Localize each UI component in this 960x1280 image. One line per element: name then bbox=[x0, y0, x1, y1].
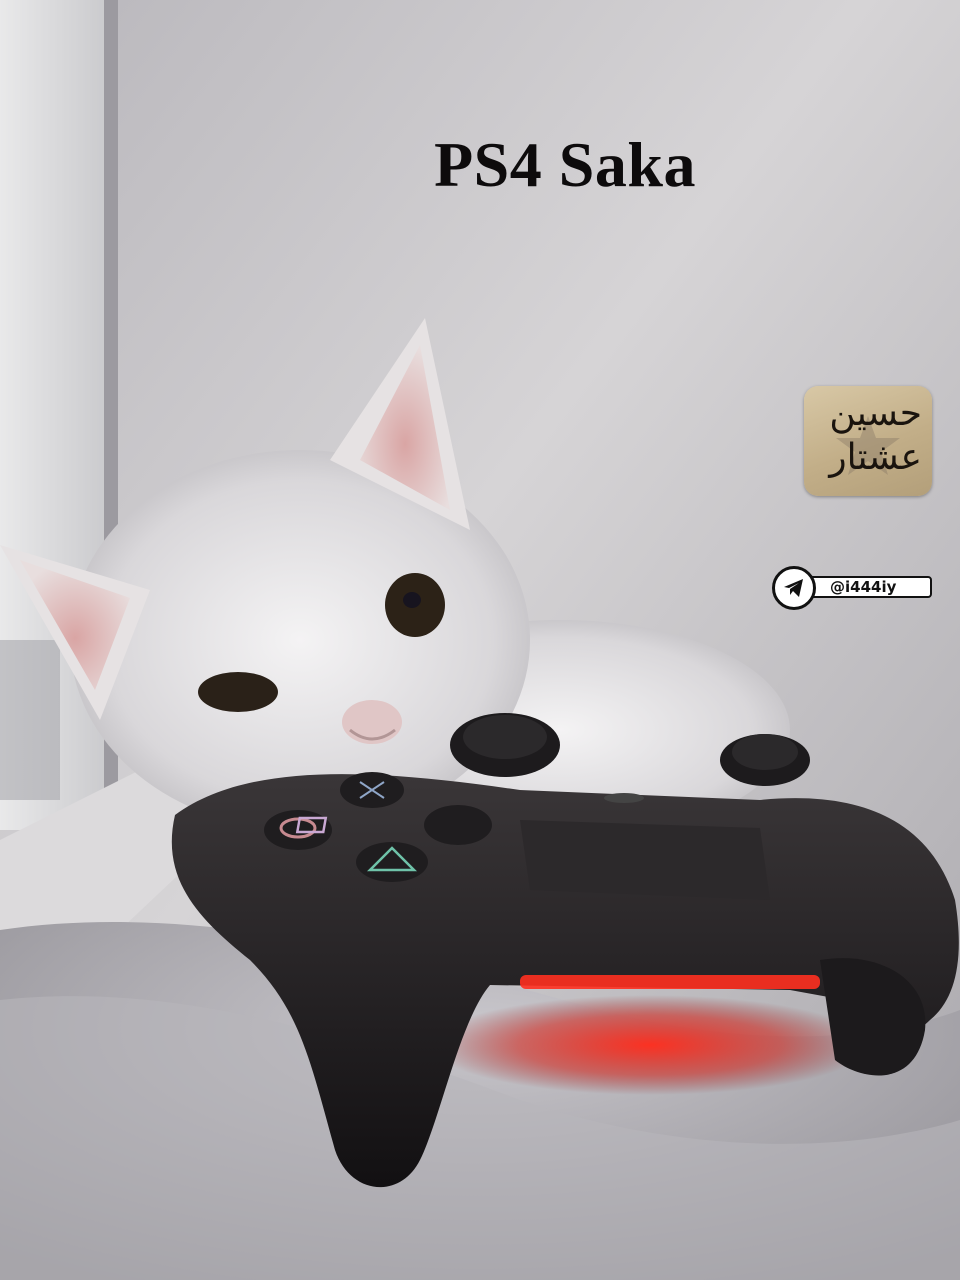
logo-line-1: حسين bbox=[829, 393, 922, 434]
telegram-icon bbox=[772, 566, 816, 610]
title-text: PS4 Saka bbox=[434, 129, 696, 200]
logo-line-2: عشتار bbox=[829, 437, 922, 478]
handle-text: @i444iy bbox=[830, 578, 897, 596]
telegram-handle: @i444iy bbox=[772, 566, 936, 610]
logo-badge: حسين عشتار bbox=[804, 386, 932, 496]
